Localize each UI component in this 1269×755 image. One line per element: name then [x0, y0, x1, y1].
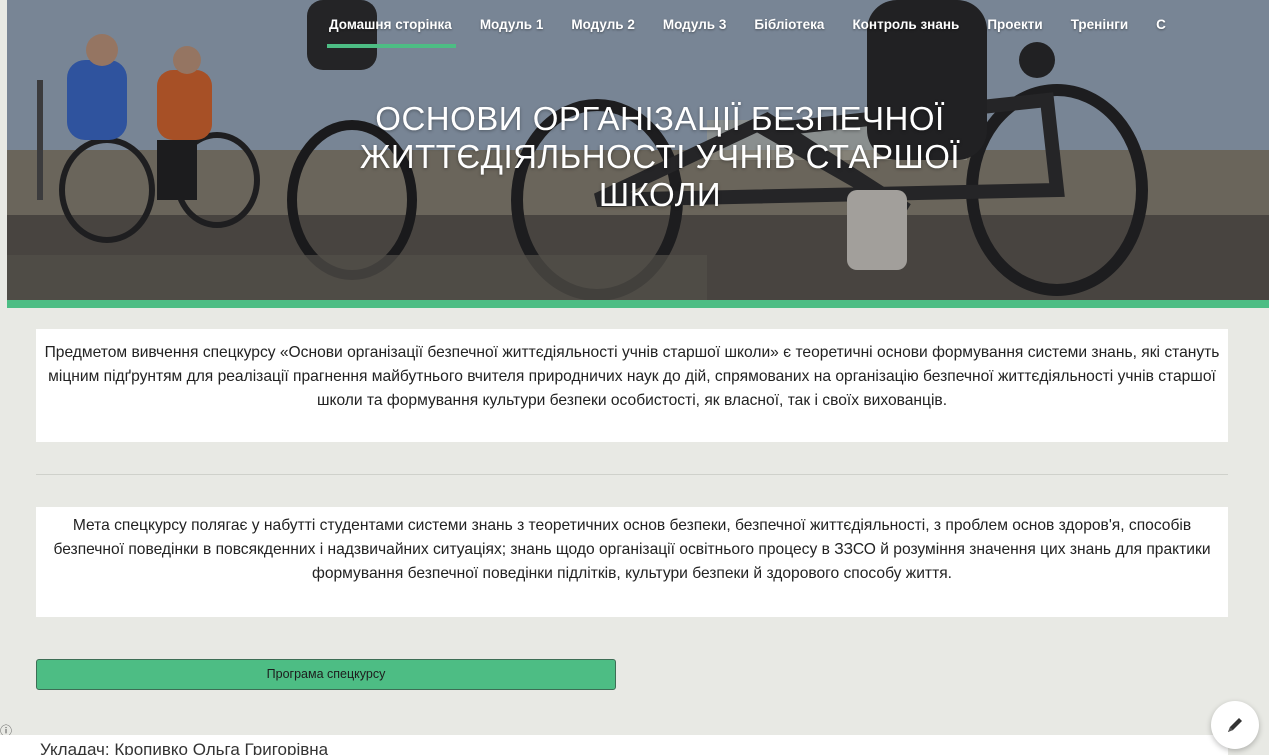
nav-item-knowledge-control[interactable]: Контроль знань: [852, 17, 959, 32]
program-button[interactable]: Програма спецкурсу: [36, 659, 616, 690]
page-title-line-1: ОСНОВИ ОРГАНІЗАЦІЇ БЕЗПЕЧНОЇ: [375, 100, 945, 137]
author-text: Укладач: Кропивко Ольга Григорівна: [40, 740, 329, 755]
nav-item-trainings[interactable]: Тренінги: [1071, 17, 1128, 32]
main-nav: Домашня сторінка Модуль 1 Модуль 2 Модул…: [327, 17, 1166, 48]
page-title: ОСНОВИ ОРГАНІЗАЦІЇ БЕЗПЕЧНОЇ ЖИТТЄДІЯЛЬН…: [260, 100, 1060, 214]
nav-item-module-3[interactable]: Модуль 3: [663, 17, 727, 32]
subject-text: Предметом вивчення спецкурсу «Основи орг…: [44, 344, 1220, 409]
hero-accent-bar: [7, 300, 1269, 308]
subject-card: Предметом вивчення спецкурсу «Основи орг…: [36, 329, 1228, 442]
page-title-line-3: ШКОЛИ: [598, 176, 722, 213]
goal-card: Мета спецкурсу полягає у набутті студент…: [36, 507, 1228, 617]
page: Домашня сторінка Модуль 1 Модуль 2 Модул…: [0, 0, 1269, 755]
nav-item-module-1[interactable]: Модуль 1: [480, 17, 544, 32]
nav-item-projects[interactable]: Проекти: [987, 17, 1042, 32]
goal-text: Мета спецкурсу полягає у набутті студент…: [53, 517, 1211, 582]
page-title-line-2: ЖИТТЄДІЯЛЬНОСТІ УЧНІВ СТАРШОЇ: [359, 138, 961, 175]
nav-item-home[interactable]: Домашня сторінка: [327, 17, 456, 48]
nav-item-module-2[interactable]: Модуль 2: [571, 17, 635, 32]
section-divider: [36, 474, 1228, 475]
pencil-icon: [1228, 718, 1242, 732]
nav-item-more[interactable]: С: [1156, 17, 1166, 32]
edit-button[interactable]: [1211, 701, 1259, 749]
nav-item-library[interactable]: Бібліотека: [754, 17, 824, 32]
